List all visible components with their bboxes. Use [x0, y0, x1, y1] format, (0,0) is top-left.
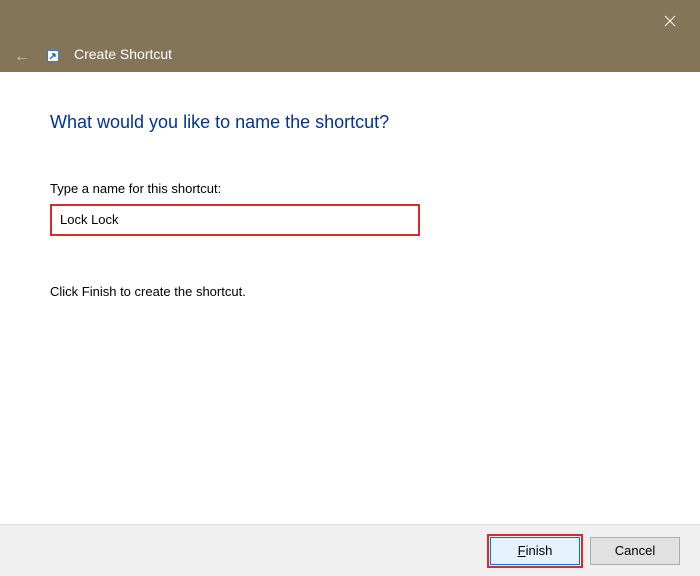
input-label: Type a name for this shortcut: — [50, 181, 650, 196]
finish-accelerator: F — [518, 543, 526, 558]
close-icon — [664, 15, 676, 27]
content-area: What would you like to name the shortcut… — [0, 72, 700, 299]
finish-button[interactable]: Finish — [490, 537, 580, 565]
footer-bar: Finish Cancel — [0, 524, 700, 576]
cancel-button[interactable]: Cancel — [590, 537, 680, 565]
shortcut-icon — [47, 50, 59, 62]
close-button[interactable] — [648, 6, 692, 36]
shortcut-name-input[interactable] — [60, 212, 410, 227]
titlebar: ← Create Shortcut — [0, 0, 700, 72]
window-title: Create Shortcut — [74, 46, 172, 62]
instruction-text: Click Finish to create the shortcut. — [50, 284, 650, 299]
page-heading: What would you like to name the shortcut… — [50, 112, 650, 133]
back-arrow-icon: ← — [14, 48, 30, 66]
finish-label-rest: inish — [526, 543, 553, 558]
shortcut-name-field-wrap — [50, 204, 420, 236]
